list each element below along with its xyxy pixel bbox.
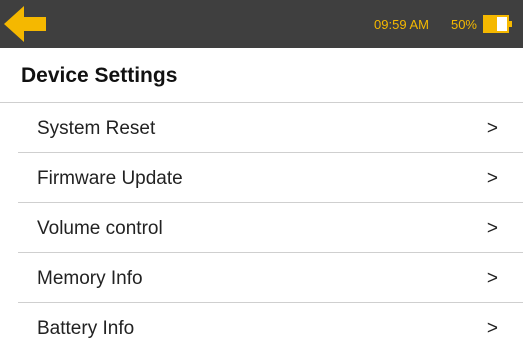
menu-item-label: Battery Info [37,318,135,339]
status-bar: 09:59 AM 50% [0,0,523,48]
menu-item-label: System Reset [37,118,156,139]
menu-item-system-reset[interactable]: System Reset > [18,103,523,153]
chevron-right-icon: > [486,118,498,139]
menu-item-volume-control[interactable]: Volume control > [18,203,523,253]
back-button[interactable] [4,6,48,42]
page-title: Device Settings [21,64,178,87]
battery-half-icon [483,15,513,33]
menu-item-label: Firmware Update [37,168,183,189]
status-indicators: 09:59 AM 50% [374,0,523,48]
menu-item-label: Volume control [37,218,163,239]
menu-item-memory-info[interactable]: Memory Info > [18,253,523,303]
arrow-left-icon [4,6,46,42]
chevron-right-icon: > [486,218,498,239]
menu-item-firmware-update[interactable]: Firmware Update > [18,153,523,203]
chevron-right-icon: > [486,268,498,289]
settings-menu: System Reset > Firmware Update > Volume … [0,103,523,353]
status-time: 09:59 AM [374,16,429,32]
title-bar: Device Settings [0,48,523,103]
battery-percent: 50% [450,16,477,32]
chevron-right-icon: > [486,318,498,339]
chevron-right-icon: > [486,168,498,189]
menu-item-battery-info[interactable]: Battery Info > [18,303,523,353]
menu-item-label: Memory Info [37,268,143,289]
